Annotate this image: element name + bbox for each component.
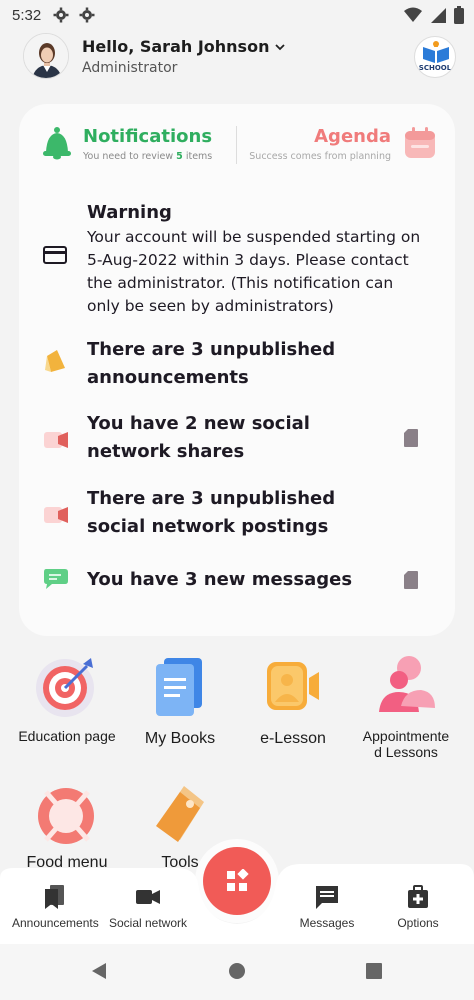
books-icon (156, 658, 202, 716)
nav-label: Announcements (12, 916, 99, 930)
school-logo-text: SCHOOL (418, 64, 452, 72)
nav-messages[interactable]: Messages (292, 884, 362, 930)
document-icon[interactable] (403, 428, 419, 448)
battery-icon (454, 6, 464, 24)
notification-item-messages[interactable]: You have 3 new messages (19, 566, 455, 598)
medkit-icon (408, 885, 428, 908)
warning-title: Warning (87, 202, 172, 223)
apps-grid-icon (227, 869, 249, 891)
tab-agenda[interactable]: Agenda Success comes from planning (249, 126, 437, 162)
chevron-down-icon (275, 43, 286, 50)
tab-notifications-sub-prefix: You need to review (83, 151, 174, 162)
video-camera-icon (136, 890, 160, 904)
signal-icon (431, 8, 446, 23)
notification-count: 5 (176, 151, 183, 162)
social-video-icon (44, 507, 68, 523)
tab-notifications[interactable]: Notifications You need to review 5 items (41, 126, 212, 162)
notification-item-social-postings[interactable]: There are 3 unpublished social network p… (19, 485, 455, 543)
back-icon[interactable] (90, 962, 108, 980)
gear-icon (53, 7, 69, 23)
greeting-text: Hello, Sarah Johnson (82, 37, 270, 56)
status-bar: 5:32 (0, 0, 474, 30)
app-tile-food-menu[interactable]: Food menu (8, 782, 126, 872)
warning-content: Warning Your account will be suspended s… (87, 200, 420, 318)
app-tile-e-lesson[interactable]: e-Lesson (234, 654, 352, 748)
user-role: Administrator (82, 60, 178, 76)
app-tile-label: My Books (144, 730, 216, 747)
notifications-card: Notifications You need to review 5 items… (19, 104, 455, 636)
system-nav-bar (0, 944, 474, 1000)
avatar[interactable] (23, 33, 69, 79)
tab-agenda-sub: Success comes from planning (249, 151, 391, 162)
message-icon (316, 886, 338, 909)
user-menu-toggle[interactable]: Hello, Sarah Johnson (82, 37, 286, 56)
home-icon[interactable] (228, 962, 246, 980)
tab-notifications-sub-suffix: items (185, 151, 213, 162)
notification-text: You have 3 new messages (87, 569, 353, 590)
tab-notifications-sub: You need to review 5 items (83, 151, 212, 162)
app-tile-education-page[interactable]: Education page (8, 654, 126, 744)
chat-icon (44, 569, 68, 589)
header: Hello, Sarah Johnson Administrator SCHOO… (0, 30, 474, 86)
app-tile-my-books[interactable]: My Books (121, 654, 239, 748)
app-tile-appointmented-lessons[interactable]: Appointmente d Lessons (347, 654, 465, 760)
notification-item-warning[interactable]: Warning Your account will be suspended s… (19, 200, 455, 318)
status-time: 5:32 (12, 6, 42, 24)
bookmark-icon (45, 885, 64, 909)
recents-icon[interactable] (365, 962, 383, 980)
document-icon[interactable] (403, 570, 419, 590)
app-tile-label: e-Lesson (260, 730, 326, 747)
fab-apps-button[interactable] (203, 847, 271, 915)
calendar-icon (405, 127, 435, 158)
warning-text: Your account will be suspended starting … (87, 228, 421, 315)
notification-item-social-shares[interactable]: You have 2 new social network shares (19, 410, 455, 468)
notification-item-announcements[interactable]: There are 3 unpublished announcements (19, 336, 455, 394)
gear-icon (79, 7, 95, 23)
notification-text: There are 3 unpublished announcements (87, 339, 336, 388)
card-tabs: Notifications You need to review 5 items… (19, 104, 455, 184)
notification-text: You have 2 new social network shares (87, 413, 310, 462)
credit-card-icon (43, 246, 67, 264)
nav-label: Social network (108, 916, 188, 930)
wifi-icon (404, 7, 422, 22)
target-icon (36, 658, 94, 717)
food-menu-icon (38, 788, 94, 844)
tab-notifications-title: Notifications (83, 126, 213, 147)
nav-options[interactable]: Options (388, 884, 448, 930)
video-camera-icon (267, 662, 319, 710)
notification-text: There are 3 unpublished social network p… (87, 488, 336, 537)
app-tile-label: Education page (18, 728, 116, 744)
tag-icon (156, 786, 204, 842)
bell-icon (43, 127, 71, 160)
nav-label: Options (397, 916, 439, 930)
nav-label: Messages (299, 916, 355, 930)
announcement-icon (45, 350, 65, 372)
people-icon (379, 656, 435, 712)
tab-divider (236, 126, 237, 164)
nav-social-network[interactable]: Social network (106, 884, 190, 930)
app-tile-label: Appointmente d Lessons (362, 728, 450, 760)
tab-agenda-title: Agenda (314, 126, 391, 147)
social-video-icon (44, 432, 68, 448)
school-logo[interactable]: SCHOOL (414, 36, 456, 78)
nav-announcements[interactable]: Announcements (12, 884, 99, 930)
